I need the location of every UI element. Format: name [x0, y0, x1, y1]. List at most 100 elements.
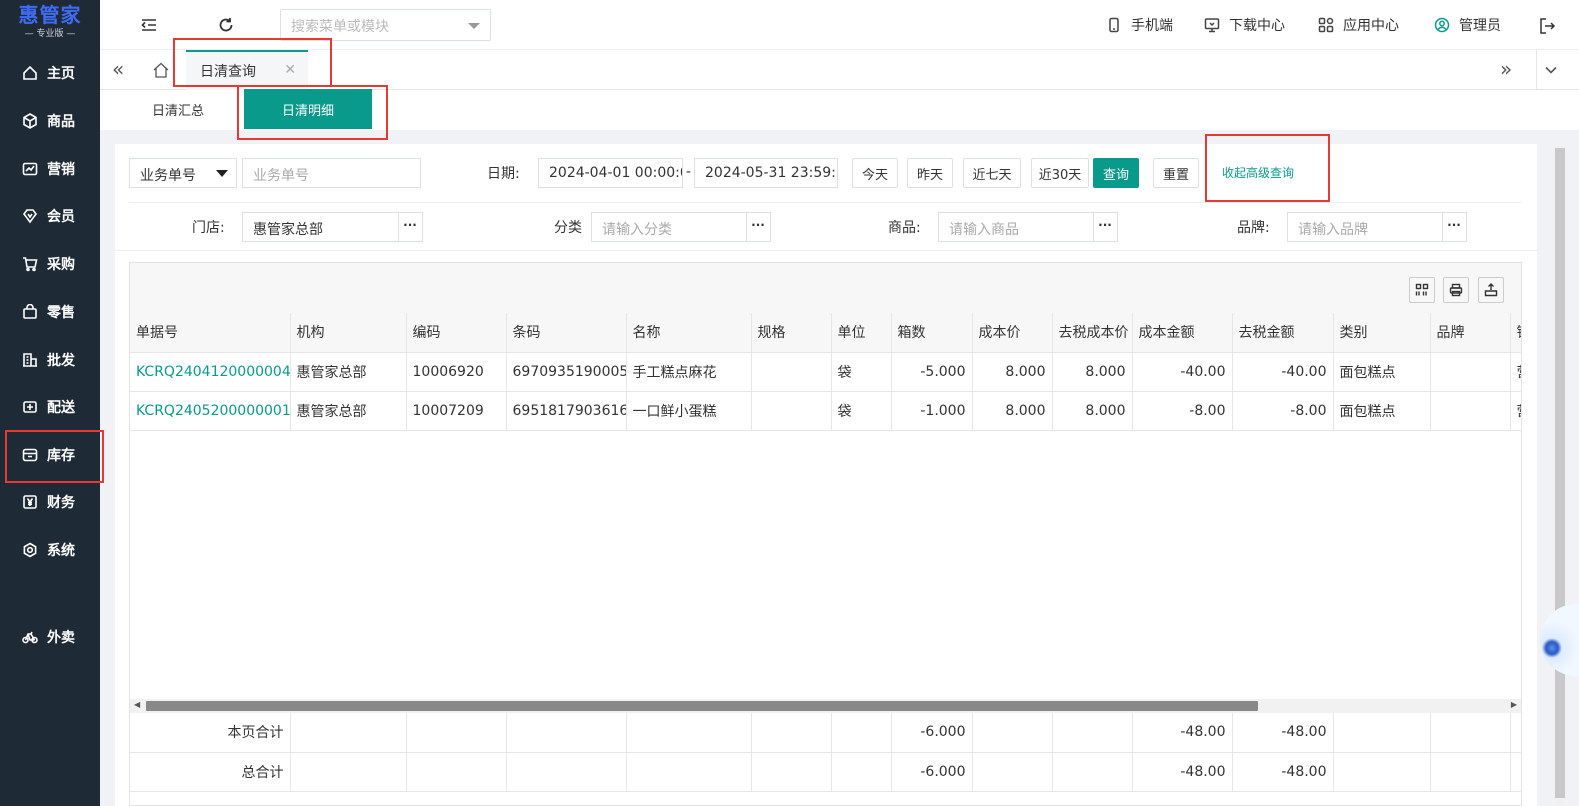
- order-type-value: 业务单号: [140, 168, 196, 184]
- sidebar-item-marketing[interactable]: 营销: [0, 149, 100, 189]
- query-button[interactable]: 查询: [1093, 158, 1139, 188]
- assistant-robot-icon[interactable]: [1540, 604, 1579, 676]
- column-settings-button[interactable]: [1409, 277, 1435, 303]
- refresh-icon[interactable]: [217, 16, 235, 34]
- user-menu[interactable]: 管理员: [1434, 15, 1501, 35]
- tab-summary[interactable]: 日清汇总: [138, 89, 218, 129]
- order-link[interactable]: KCRQ2404120000004: [136, 364, 289, 380]
- order-link[interactable]: KCRQ2405200000001: [136, 403, 289, 419]
- col-header-more[interactable]: 销: [1510, 313, 1521, 353]
- cell: -6.000: [891, 713, 973, 753]
- tab-detail[interactable]: 日清明细: [244, 89, 372, 129]
- mobile-link[interactable]: 手机端: [1106, 15, 1173, 35]
- col-header-brand[interactable]: 品牌: [1430, 313, 1511, 353]
- date-to-input[interactable]: 2024-05-31 23:59:59: [694, 158, 838, 188]
- vertical-scrollbar[interactable]: [1553, 144, 1567, 806]
- order-number-placeholder: 业务单号: [253, 168, 309, 184]
- sidebar-item-retail[interactable]: 零售: [0, 292, 100, 332]
- download-label: 下载中心: [1229, 18, 1285, 34]
- cell: -5.000: [891, 352, 973, 392]
- today-button[interactable]: 今天: [852, 158, 898, 188]
- sidebar-item-label: 营销: [47, 162, 75, 178]
- category-placeholder: 请输入分类: [602, 222, 672, 238]
- table-row[interactable]: KCRQ2404120000004 惠管家总部 10006920 6970935…: [130, 352, 1521, 392]
- last-7-days-button[interactable]: 近七天: [963, 158, 1021, 188]
- cube-icon: [23, 113, 37, 129]
- store-picker-button[interactable]: ···: [398, 212, 423, 242]
- sidebar-item-finance[interactable]: 财务: [0, 482, 100, 522]
- chevron-down-icon[interactable]: [1544, 63, 1558, 77]
- col-header-cost-price[interactable]: 成本价: [972, 313, 1053, 353]
- col-header-cost-amount[interactable]: 成本金额: [1132, 313, 1233, 353]
- menu-search-input[interactable]: 搜索菜单或模块: [280, 9, 491, 41]
- logout-icon[interactable]: [1538, 17, 1556, 35]
- scrollbar-thumb[interactable]: [1555, 148, 1565, 798]
- horizontal-scrollbar[interactable]: ◀ ▶: [130, 699, 1521, 713]
- sidebar-item-system[interactable]: 系统: [0, 530, 100, 570]
- divider: [129, 202, 1522, 203]
- cell: [506, 713, 627, 753]
- menu-fold-icon[interactable]: [140, 16, 158, 34]
- reset-button[interactable]: 重置: [1153, 158, 1199, 188]
- sidebar-item-inventory[interactable]: 库存: [0, 435, 100, 475]
- order-type-select[interactable]: 业务单号: [129, 158, 237, 188]
- col-header-name[interactable]: 名称: [626, 313, 752, 353]
- date-from-input[interactable]: 2024-04-01 00:00:00: [538, 158, 683, 188]
- cell: [1430, 352, 1511, 392]
- cell: [1333, 713, 1431, 753]
- last-30-days-button[interactable]: 近30天: [1031, 158, 1089, 188]
- sidebar-item-label: 外卖: [47, 630, 75, 646]
- col-header-code[interactable]: 编码: [406, 313, 507, 353]
- home-tab-icon[interactable]: [152, 61, 170, 79]
- sidebar-item-takeout[interactable]: 外卖: [0, 617, 100, 657]
- order-number-input[interactable]: 业务单号: [242, 158, 421, 188]
- cell: 营: [1510, 352, 1521, 392]
- tab-daily-query[interactable]: 日清查询 ✕: [186, 50, 308, 90]
- store-input[interactable]: 惠管家总部: [242, 212, 399, 242]
- sidebar-item-members[interactable]: 会员: [0, 196, 100, 236]
- collapse-advanced-link[interactable]: 收起高级查询: [1222, 164, 1294, 181]
- col-header-org[interactable]: 机构: [290, 313, 407, 353]
- scroll-left-icon[interactable]: ◀: [134, 700, 140, 709]
- data-grid: 单据号 机构 编码 条码 名称 规格 单位 箱数 成本价 去税成本价 成本金额 …: [129, 262, 1522, 806]
- top-bar: 搜索菜单或模块 手机端 下载中心 应用中心 管理员: [100, 0, 1579, 50]
- category-input[interactable]: 请输入分类: [591, 212, 747, 242]
- tabs-scroll-right-icon[interactable]: »: [1500, 59, 1512, 79]
- week-label: 近七天: [972, 167, 1012, 183]
- sidebar-item-products[interactable]: 商品: [0, 101, 100, 141]
- sidebar-item-purchase[interactable]: 采购: [0, 244, 100, 284]
- scroll-right-icon[interactable]: ▶: [1511, 700, 1517, 709]
- col-header-barcode[interactable]: 条码: [506, 313, 627, 353]
- col-header-spec[interactable]: 规格: [751, 313, 832, 353]
- product-input[interactable]: 请输入商品: [938, 212, 1094, 242]
- download-center-link[interactable]: 下载中心: [1204, 15, 1285, 35]
- brand-input[interactable]: 请输入品牌: [1287, 212, 1443, 242]
- yesterday-button[interactable]: 昨天: [907, 158, 953, 188]
- sidebar-item-label: 系统: [47, 543, 75, 559]
- col-header-boxes[interactable]: 箱数: [891, 313, 973, 353]
- export-button[interactable]: [1478, 277, 1504, 303]
- cell: [751, 352, 832, 392]
- col-header-category[interactable]: 类别: [1333, 313, 1431, 353]
- table-row[interactable]: KCRQ2405200000001 惠管家总部 10007209 6951817…: [130, 391, 1521, 431]
- scrollbar-thumb[interactable]: [146, 701, 1258, 711]
- print-button[interactable]: [1443, 277, 1469, 303]
- col-header-cost-price-ex-tax[interactable]: 去税成本价: [1052, 313, 1133, 353]
- category-picker-button[interactable]: ···: [746, 212, 771, 242]
- sidebar-item-home[interactable]: 主页: [0, 53, 100, 93]
- cell-order-no[interactable]: KCRQ2405200000001: [130, 391, 291, 431]
- sidebar-item-delivery[interactable]: 配送: [0, 387, 100, 427]
- product-picker-button[interactable]: ···: [1093, 212, 1118, 242]
- sidebar-item-wholesale[interactable]: 批发: [0, 340, 100, 380]
- cell: [1052, 752, 1133, 792]
- brand-picker-button[interactable]: ···: [1442, 212, 1467, 242]
- tabs-scroll-left-icon[interactable]: «: [112, 59, 124, 79]
- col-header-order-no[interactable]: 单据号: [130, 313, 291, 353]
- close-tab-icon[interactable]: ✕: [284, 62, 296, 78]
- apps-label: 应用中心: [1343, 18, 1399, 34]
- cell-order-no[interactable]: KCRQ2404120000004: [130, 352, 291, 392]
- tab-detail-label: 日清明细: [281, 103, 334, 119]
- col-header-amount-ex-tax[interactable]: 去税金额: [1232, 313, 1334, 353]
- app-center-link[interactable]: 应用中心: [1318, 15, 1399, 35]
- col-header-unit[interactable]: 单位: [831, 313, 892, 353]
